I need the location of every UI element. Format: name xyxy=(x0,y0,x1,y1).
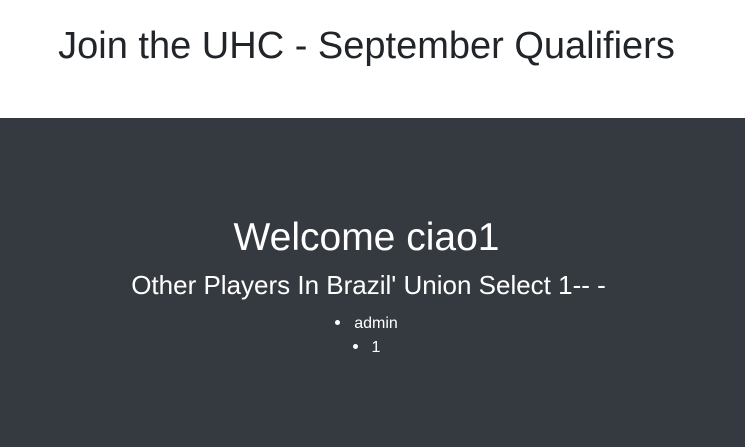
page: Join the UHC - September Qualifiers Welc… xyxy=(0,0,745,447)
player-name: admin xyxy=(354,315,398,332)
main-section: Welcome ciao1 Other Players In Brazil' U… xyxy=(0,118,745,447)
list-item: admin xyxy=(0,312,733,336)
welcome-heading: Welcome ciao1 xyxy=(233,216,500,259)
list-item: 1 xyxy=(0,336,733,360)
page-title: Join the UHC - September Qualifiers xyxy=(58,25,675,67)
player-name: 1 xyxy=(371,339,381,356)
players-list: admin 1 xyxy=(0,312,733,360)
players-subtitle: Other Players In Brazil' Union Select 1-… xyxy=(131,270,606,300)
bullet-icon xyxy=(335,320,341,326)
bullet-icon xyxy=(352,344,358,350)
header: Join the UHC - September Qualifiers xyxy=(0,0,745,118)
